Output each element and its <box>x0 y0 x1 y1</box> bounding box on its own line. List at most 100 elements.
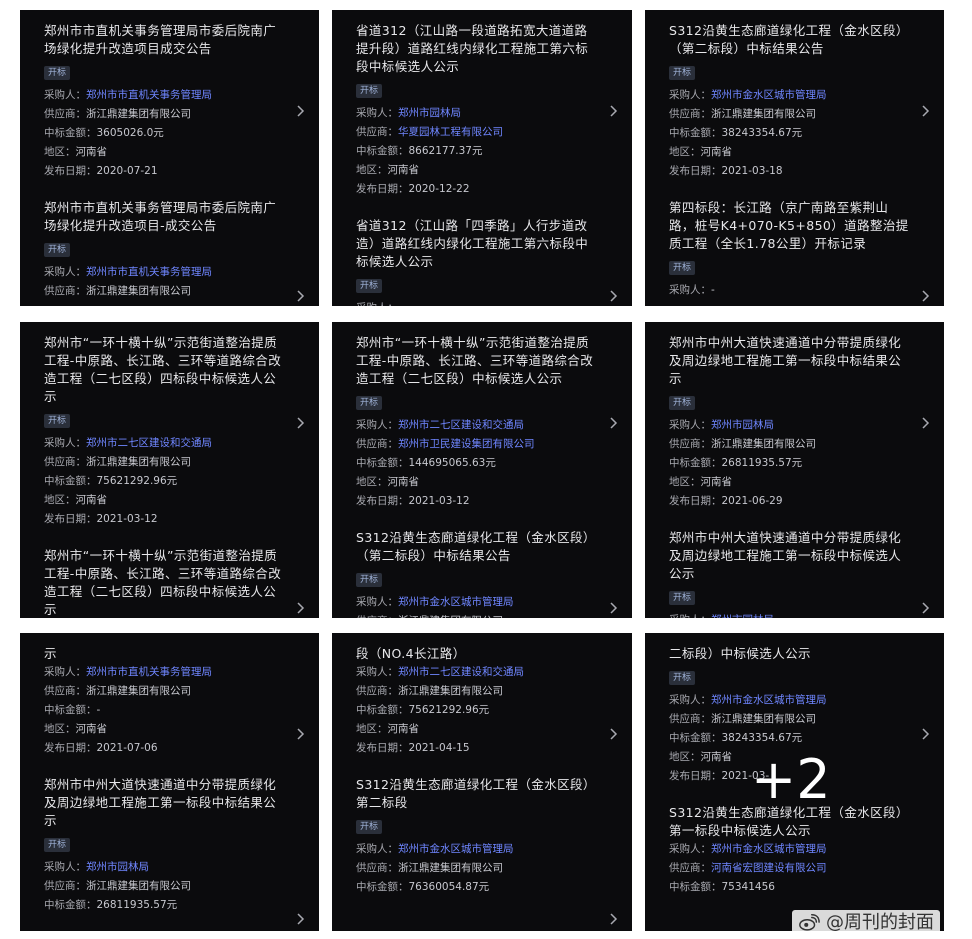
chevron-right-icon[interactable] <box>297 290 305 302</box>
chevron-right-icon[interactable] <box>297 913 305 925</box>
field-value-link[interactable]: 郑州市市直机关事务管理局 <box>86 666 212 678</box>
field-label: 中标金额： <box>669 881 722 893</box>
field-value: 浙江鼎建集团有限公司 <box>86 285 191 297</box>
field-value-link[interactable]: 郑州市园林局 <box>711 419 774 431</box>
field-value-link[interactable]: 郑州市金水区城市管理局 <box>398 843 514 855</box>
listing-title[interactable]: 郑州市中州大道快速通道中分带提质绿化及周边绿地工程施工第一标段中标结果公示 <box>44 776 285 830</box>
listing-field-row: 供应商：浙江鼎建集团有限公司 <box>669 710 910 729</box>
field-label: 采购人： <box>44 861 86 873</box>
listing-title[interactable]: S312沿黄生态廊道绿化工程（金水区段）（第二标段）中标结果公告 <box>669 22 910 58</box>
chevron-right-icon[interactable] <box>610 602 618 614</box>
field-label: 供应商： <box>356 126 398 138</box>
tender-listing-card[interactable]: 郑州市中州大道快速通道中分带提质绿化及周边绿地工程施工第一标段中标候选人公示 开标… <box>669 529 910 618</box>
listing-field-row: 供应商：浙江鼎建集团有限公司 <box>44 682 285 701</box>
listing-title[interactable]: S312沿黄生态廊道绿化工程（金水区段）（第二标段）中标结果公告 <box>356 529 598 565</box>
field-value-link[interactable]: 河南省宏图建设有限公司 <box>711 862 827 874</box>
listing-title[interactable]: 郑州市“一环十横十纵”示范街道整治提质工程-中原路、长江路、三环等道路综合改造工… <box>356 334 598 388</box>
field-value-link[interactable]: 郑州市市直机关事务管理局 <box>86 266 212 278</box>
chevron-right-icon[interactable] <box>297 602 305 614</box>
field-label: 采购人： <box>356 666 398 678</box>
listing-title[interactable]: 郑州市市直机关事务管理局市委后院南广场绿化提升改造项目-成交公告 <box>44 199 285 235</box>
tender-listing-card[interactable]: 省道312（江山路一段道路拓宽大道道路提升段）道路红线内绿化工程施工第六标段中标… <box>356 22 598 199</box>
tender-listing-card[interactable]: 郑州市“一环十横十纵”示范街道整治提质工程-中原路、长江路、三环等道路综合改造工… <box>356 334 598 511</box>
field-value: 38243354.67元 <box>721 127 803 139</box>
field-value-link[interactable]: 郑州市园林局 <box>86 861 149 873</box>
listing-title[interactable]: 郑州市中州大道快速通道中分带提质绿化及周边绿地工程施工第一标段中标候选人公示 <box>669 529 910 583</box>
tender-listing-card[interactable]: 省道312（江山路「四季路」人行步道改造）道路红线内绿化工程施工第六标段中标候选… <box>356 217 598 306</box>
chevron-right-icon[interactable] <box>922 602 930 614</box>
field-label: 采购人： <box>669 843 711 855</box>
tender-listing-card[interactable]: S312沿黄生态廊道绿化工程（金水区段）第一标段中标候选人公示 采购人：郑州市金水… <box>669 804 910 897</box>
field-value: 浙江鼎建集团有限公司 <box>711 438 816 450</box>
listing-title[interactable]: S312沿黄生态廊道绿化工程（金水区段）第二标段 <box>356 776 598 812</box>
listing-title[interactable]: 二标段）中标候选人公示 <box>669 645 910 663</box>
tender-listing-card[interactable]: S312沿黄生态廊道绿化工程（金水区段）（第二标段）中标结果公告 开标 采购人：郑州… <box>356 529 598 618</box>
field-value-link[interactable]: 郑州市金水区城市管理局 <box>711 694 827 706</box>
field-label: 中标金额： <box>356 881 409 893</box>
listing-title[interactable]: 郑州市市直机关事务管理局市委后院南广场绿化提升改造项目成交公告 <box>44 22 285 58</box>
screenshot-tile-t4: 郑州市“一环十横十纵”示范街道整治提质工程-中原路、长江路、三环等道路综合改造工… <box>20 322 319 618</box>
field-label: 地区： <box>44 494 76 506</box>
field-value-link[interactable]: 郑州市园林局 <box>398 107 461 119</box>
chevron-right-icon[interactable] <box>297 417 305 429</box>
chevron-right-icon[interactable] <box>610 913 618 925</box>
chevron-right-icon[interactable] <box>922 417 930 429</box>
listing-field-row: 供应商：河南省宏图建设有限公司 <box>669 859 910 878</box>
chevron-right-icon[interactable] <box>297 105 305 117</box>
chevron-right-icon[interactable] <box>922 290 930 302</box>
field-value-link[interactable]: 郑州市金水区城市管理局 <box>711 843 827 855</box>
tile-content: 省道312（江山路一段道路拓宽大道道路提升段）道路红线内绿化工程施工第六标段中标… <box>356 22 598 306</box>
listing-field-row: 中标金额：26811935.57元 <box>669 454 910 473</box>
tender-listing-card[interactable]: 郑州市中州大道快速通道中分带提质绿化及周边绿地工程施工第一标段中标结果公示 开标采… <box>44 776 285 915</box>
tender-listing-card[interactable]: 郑州市“一环十横十纵”示范街道整治提质工程-中原路、长江路、三环等道路综合改造工… <box>44 547 285 618</box>
listing-title[interactable]: 省道312（江山路一段道路拓宽大道道路提升段）道路红线内绿化工程施工第六标段中标… <box>356 22 598 76</box>
field-label: 发布日期： <box>669 165 722 177</box>
listing-title[interactable]: 郑州市“一环十横十纵”示范街道整治提质工程-中原路、长江路、三环等道路综合改造工… <box>44 334 285 406</box>
listing-title[interactable]: 第四标段：长江路（京广南路至紫荆山路，桩号K4+070-K5+850）道路整治提… <box>669 199 910 253</box>
tender-listing-card[interactable]: 郑州市中州大道快速通道中分带提质绿化及周边绿地工程施工第一标段中标结果公示 开标采… <box>669 334 910 511</box>
listing-field-row: 中标金额：144695065.63元 <box>356 454 598 473</box>
listing-field-row: 发布日期：2020-12-22 <box>356 180 598 199</box>
tender-listing-card[interactable]: 示采购人：郑州市市直机关事务管理局 供应商：浙江鼎建集团有限公司 中标金额：- 地区：… <box>44 645 285 758</box>
listing-field-row: 发布日期：2021-04-15 <box>356 739 598 758</box>
chevron-right-icon[interactable] <box>922 105 930 117</box>
chevron-right-icon[interactable] <box>610 290 618 302</box>
listing-field-row: 采购人：郑州市市直机关事务管理局 <box>44 86 285 105</box>
listing-title[interactable]: 省道312（江山路「四季路」人行步道改造）道路红线内绿化工程施工第六标段中标候选… <box>356 217 598 271</box>
field-value-link[interactable]: 郑州市卫民建设集团有限公司 <box>398 438 535 450</box>
tender-listing-card[interactable]: 郑州市市直机关事务管理局市委后院南广场绿化提升改造项目成交公告 开标 采购人：郑州市… <box>44 22 285 181</box>
field-value-link[interactable]: 郑州市金水区城市管理局 <box>398 596 514 608</box>
tender-listing-card[interactable]: S312沿黄生态廊道绿化工程（金水区段）（第二标段）中标结果公告 开标 采购人：郑州… <box>669 22 910 181</box>
watermark: @周刊的封面 <box>792 910 940 936</box>
chevron-right-icon[interactable] <box>922 728 930 740</box>
listing-title[interactable]: 郑州市“一环十横十纵”示范街道整治提质工程-中原路、长江路、三环等道路综合改造工… <box>44 547 285 618</box>
field-label: 供应商： <box>44 456 86 468</box>
field-value-link[interactable]: 郑州市金水区城市管理局 <box>711 89 827 101</box>
field-value-link[interactable]: 华夏园林工程有限公司 <box>398 126 503 138</box>
tender-listing-card[interactable]: 段（NO.4长江路） 采购人：郑州市二七区建设和交通局 供应商：浙江鼎建集团有限公司… <box>356 645 598 758</box>
chevron-right-icon[interactable] <box>610 105 618 117</box>
listing-title[interactable]: 示 <box>44 645 285 663</box>
tender-listing-card[interactable]: 郑州市“一环十横十纵”示范街道整治提质工程-中原路、长江路、三环等道路综合改造工… <box>44 334 285 529</box>
listing-field-row: 中标金额：38243354.67元 <box>669 124 910 143</box>
field-value-link[interactable]: 郑州市二七区建设和交通局 <box>398 666 524 678</box>
tender-listing-card[interactable]: S312沿黄生态廊道绿化工程（金水区段）第二标段 开标 采购人：郑州市金水区城市管理… <box>356 776 598 897</box>
field-label: 地区： <box>669 751 701 763</box>
more-images-count[interactable]: +2 <box>751 753 831 807</box>
field-value-link[interactable]: 郑州市园林局 <box>711 614 774 618</box>
field-value-link[interactable]: 郑州市市直机关事务管理局 <box>86 89 212 101</box>
listing-field-row: 供应商：浙江鼎建集团有限公司 <box>669 105 910 124</box>
field-value-link[interactable]: 郑州市二七区建设和交通局 <box>86 437 212 449</box>
field-value-link[interactable]: 郑州市二七区建设和交通局 <box>398 419 524 431</box>
listing-field-row: 采购人：郑州市市直机关事务管理局 <box>44 263 285 282</box>
listing-title[interactable]: 郑州市中州大道快速通道中分带提质绿化及周边绿地工程施工第一标段中标结果公示 <box>669 334 910 388</box>
chevron-right-icon[interactable] <box>297 728 305 740</box>
tender-listing-card[interactable]: 第四标段：长江路（京广南路至紫荆山路，桩号K4+070-K5+850）道路整治提… <box>669 199 910 300</box>
listing-field-row: 采购人：郑州市金水区城市管理局 <box>669 691 910 710</box>
tender-listing-card[interactable]: 郑州市市直机关事务管理局市委后院南广场绿化提升改造项目-成交公告 开标 采购人：郑州… <box>44 199 285 301</box>
chevron-right-icon[interactable] <box>610 728 618 740</box>
listing-field-row: 供应商：浙江鼎建集团有限公司 <box>44 282 285 301</box>
listing-title[interactable]: 段（NO.4长江路） <box>356 645 598 663</box>
screenshot-tile-t3: S312沿黄生态廊道绿化工程（金水区段）（第二标段）中标结果公告 开标 采购人：郑州… <box>645 10 944 306</box>
chevron-right-icon[interactable] <box>610 417 618 429</box>
